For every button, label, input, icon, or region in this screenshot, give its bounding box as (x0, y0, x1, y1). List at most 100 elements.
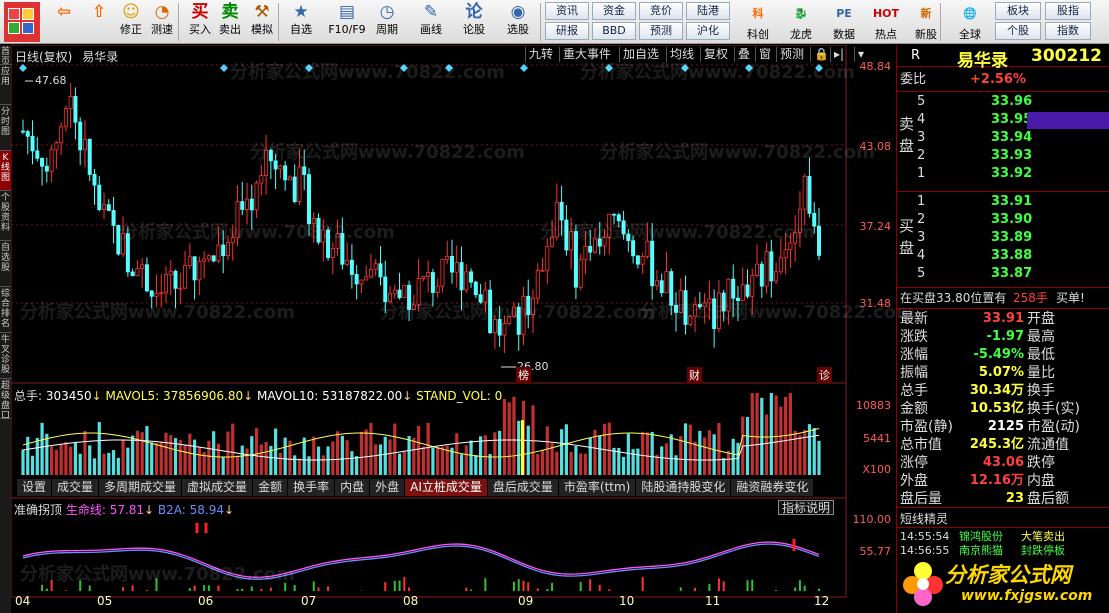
hot-button[interactable]: HOT 热点 (866, 2, 906, 42)
candle-body[interactable] (426, 272, 431, 277)
chart-tool-button-5[interactable]: 叠 (734, 47, 753, 62)
candle-body[interactable] (612, 213, 617, 216)
candle-body[interactable] (178, 287, 183, 290)
left-tab-2[interactable]: 分时图 (0, 105, 11, 151)
candle-body[interactable] (402, 284, 407, 298)
candle-body[interactable] (545, 245, 550, 271)
candle-body[interactable] (440, 259, 445, 287)
candle-body[interactable] (397, 289, 402, 298)
candle-body[interactable] (678, 290, 683, 313)
up-button[interactable]: ⇧ (86, 1, 112, 43)
quick-button-0-3[interactable]: 陆港 (686, 2, 730, 20)
candle-body[interactable] (449, 256, 454, 273)
sell-level-row[interactable]: 1 33.92 (897, 166, 1109, 182)
candle-body[interactable] (531, 297, 536, 316)
candle-body[interactable] (669, 271, 674, 306)
candle-body[interactable] (707, 298, 712, 304)
candle-body[interactable] (221, 244, 226, 257)
candle-body[interactable] (140, 264, 145, 270)
candle-body[interactable] (797, 208, 802, 234)
sell-button[interactable]: 卖卖出 (216, 1, 244, 43)
market-button-0-0[interactable]: 板块 (995, 2, 1041, 20)
candle-body[interactable] (588, 245, 593, 253)
sell-level-row[interactable]: 3 33.94 (897, 130, 1109, 146)
candle-body[interactable] (230, 237, 235, 244)
candle-body[interactable] (755, 263, 760, 277)
candle-body[interactable] (116, 225, 121, 255)
candle-body[interactable] (473, 281, 478, 296)
indicator-tab-6[interactable]: 内盘 (335, 479, 371, 496)
candle-body[interactable] (407, 284, 412, 310)
candle-body[interactable] (483, 289, 488, 303)
indicator-tab-9[interactable]: 盘后成交量 (487, 479, 559, 496)
candle-body[interactable] (783, 249, 788, 259)
candle-body[interactable] (616, 214, 621, 222)
candle-body[interactable] (163, 274, 168, 294)
candle-body[interactable] (793, 232, 798, 244)
candle-body[interactable] (54, 142, 59, 151)
stockpick-button[interactable]: ◉ 选股 (498, 1, 538, 43)
candle-body[interactable] (516, 306, 521, 335)
candle-body[interactable] (526, 295, 531, 316)
candle-body[interactable] (349, 259, 354, 275)
candle-body[interactable] (306, 174, 311, 225)
candle-body[interactable] (125, 233, 130, 273)
candle-body[interactable] (211, 255, 216, 262)
candle-body[interactable] (392, 289, 397, 295)
candle-body[interactable] (297, 166, 302, 202)
sell-level-row[interactable]: 5 33.96 (897, 94, 1109, 110)
buy-level-row[interactable]: 1 33.91 (897, 194, 1109, 210)
candle-body[interactable] (674, 304, 679, 313)
candle-body[interactable] (497, 319, 502, 336)
candle-body[interactable] (521, 295, 526, 335)
candle-body[interactable] (249, 198, 254, 211)
candle-body[interactable] (716, 292, 721, 329)
expand-icon[interactable]: ▸| (830, 47, 847, 62)
candle-body[interactable] (702, 302, 707, 308)
candle-body[interactable] (750, 275, 755, 297)
candle-body[interactable] (192, 256, 197, 281)
indicator-tab-7[interactable]: 外盘 (370, 479, 406, 496)
refresh-button[interactable]: ☺ 修正 (116, 1, 146, 43)
candle-body[interactable] (364, 276, 369, 281)
candle-body[interactable] (507, 315, 512, 324)
candle-body[interactable] (187, 256, 192, 267)
candle-body[interactable] (693, 304, 698, 317)
candle-body[interactable] (130, 271, 135, 277)
candle-body[interactable] (154, 293, 159, 297)
candle-body[interactable] (583, 245, 588, 261)
candle-body[interactable] (330, 248, 335, 258)
indicator-tab-0[interactable]: 设置 (17, 479, 53, 496)
volume-bars[interactable] (21, 393, 821, 475)
watchlist-button[interactable]: ★ 自选 (283, 1, 319, 43)
candle-body[interactable] (659, 280, 664, 294)
kechuang-button[interactable]: 科科创 (738, 2, 778, 42)
candle-body[interactable] (635, 255, 640, 265)
candle-body[interactable] (607, 213, 612, 238)
quick-button-0-2[interactable]: 竞价 (639, 2, 683, 20)
candle-body[interactable] (459, 262, 464, 291)
candle-body[interactable] (602, 237, 607, 247)
candle-body[interactable] (63, 108, 68, 128)
candle-body[interactable] (774, 271, 779, 282)
candle-body[interactable] (68, 95, 73, 109)
candle-body[interactable] (640, 256, 645, 265)
quick-button-1-0[interactable]: 研报 (545, 22, 589, 40)
indicator-tab-8[interactable]: AI立桩成交量 (405, 479, 488, 496)
candle-body[interactable] (759, 263, 764, 287)
candle-body[interactable] (216, 244, 221, 262)
chart-tool-button-6[interactable]: 窗 (755, 47, 774, 62)
candle-body[interactable] (592, 238, 597, 253)
candle-body[interactable] (411, 304, 416, 310)
candle-body[interactable] (464, 271, 469, 291)
test-button[interactable]: ◔ 测速 (147, 1, 177, 43)
candle-body[interactable] (345, 259, 350, 265)
sell-level-row[interactable]: 2 33.93 (897, 148, 1109, 164)
candle-body[interactable] (731, 278, 736, 299)
candle-body[interactable] (264, 149, 269, 176)
left-tab-6[interactable]: 综合排名 (0, 287, 11, 333)
period-label[interactable]: 日线(复权) (15, 50, 72, 64)
ipo-button[interactable]: 新新股 (906, 2, 946, 42)
data-button[interactable]: PE 数据 (824, 2, 864, 42)
back-button[interactable]: ⇦ (44, 1, 84, 43)
